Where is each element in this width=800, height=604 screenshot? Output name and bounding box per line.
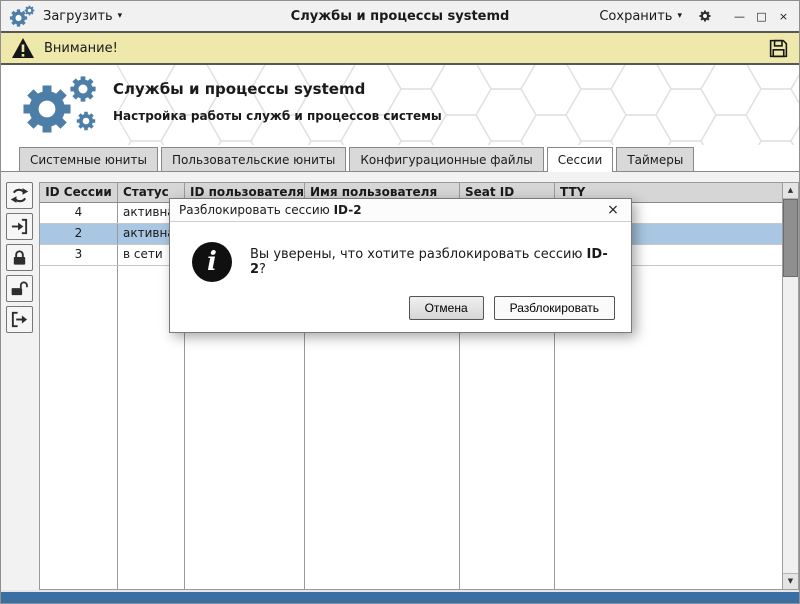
cancel-button[interactable]: Отмена	[409, 296, 484, 320]
info-icon: i	[192, 242, 232, 282]
save-floppy-icon[interactable]	[768, 38, 789, 59]
scrollbar-thumb[interactable]	[783, 199, 798, 277]
save-menu-label: Сохранить	[599, 9, 672, 24]
settings-gear-icon[interactable]	[694, 5, 716, 27]
login-icon	[10, 217, 29, 236]
logout-icon	[10, 310, 29, 329]
app-logo-gears	[17, 74, 109, 136]
cell-session_id: 4	[40, 203, 118, 223]
chevron-down-icon: ▾	[118, 12, 123, 21]
dialog-title: Разблокировать сессию ID-2	[179, 203, 362, 217]
warning-text: Внимание!	[44, 41, 118, 56]
warning-triangle-icon	[11, 37, 35, 59]
app-window: Загрузить ▾ Службы и процессы systemd Со…	[0, 0, 800, 604]
save-menu-button[interactable]: Сохранить ▾	[599, 9, 682, 24]
refresh-icon	[10, 186, 29, 205]
tab-timers[interactable]: Таймеры	[616, 147, 694, 171]
tab-sessions[interactable]: Сессии	[547, 147, 614, 172]
dialog-body: i Вы уверены, что хотите разблокировать …	[170, 222, 631, 332]
unlock-icon	[9, 279, 30, 298]
lock-icon	[10, 248, 29, 267]
tab-user-units[interactable]: Пользовательские юниты	[161, 147, 346, 171]
app-icon-gears	[9, 4, 35, 28]
unlock-button[interactable]	[6, 275, 33, 302]
filler-col-0	[40, 266, 118, 589]
scrollbar-track[interactable]	[783, 277, 798, 573]
tab-system-units[interactable]: Системные юниты	[19, 147, 158, 171]
maximize-button[interactable]: □	[754, 10, 769, 23]
app-header: Службы и процессы systemd Настройка рабо…	[1, 65, 799, 145]
page-title: Службы и процессы systemd	[113, 80, 442, 98]
vertical-scrollbar[interactable]: ▲ ▼	[782, 182, 799, 590]
tab-config-files[interactable]: Конфигурационные файлы	[349, 147, 543, 171]
scroll-down-icon[interactable]: ▼	[783, 573, 798, 589]
minimize-button[interactable]: —	[732, 10, 747, 23]
cell-session_id: 3	[40, 245, 118, 265]
close-button[interactable]: ×	[776, 10, 791, 23]
column-header-0[interactable]: ID Сессии	[40, 183, 118, 202]
refresh-button[interactable]	[6, 182, 33, 209]
load-menu-label: Загрузить	[43, 9, 113, 24]
logout-button[interactable]	[6, 306, 33, 333]
side-toolbar	[1, 172, 39, 590]
warning-bar: Внимание!	[1, 31, 799, 65]
unlock-confirm-button[interactable]: Разблокировать	[494, 296, 615, 320]
tab-bar: Системные юнитыПользовательские юнитыКон…	[1, 145, 799, 172]
scroll-up-icon[interactable]: ▲	[783, 183, 798, 199]
login-button[interactable]	[6, 213, 33, 240]
window-title: Службы и процессы systemd	[219, 9, 581, 24]
dialog-close-icon[interactable]: ×	[604, 202, 622, 218]
lock-button[interactable]	[6, 244, 33, 271]
cell-session_id: 2	[40, 224, 118, 244]
chevron-down-icon: ▾	[677, 12, 682, 21]
dialog-message: Вы уверены, что хотите разблокировать се…	[250, 247, 609, 277]
title-bar: Загрузить ▾ Службы и процессы systemd Со…	[1, 1, 799, 31]
load-menu-button[interactable]: Загрузить ▾	[43, 9, 122, 24]
unlock-session-dialog: Разблокировать сессию ID-2 × i Вы уверен…	[169, 198, 632, 333]
page-subtitle: Настройка работы служб и процессов систе…	[113, 109, 442, 123]
dialog-title-bar: Разблокировать сессию ID-2 ×	[170, 199, 631, 222]
status-progress-bar	[1, 590, 799, 603]
